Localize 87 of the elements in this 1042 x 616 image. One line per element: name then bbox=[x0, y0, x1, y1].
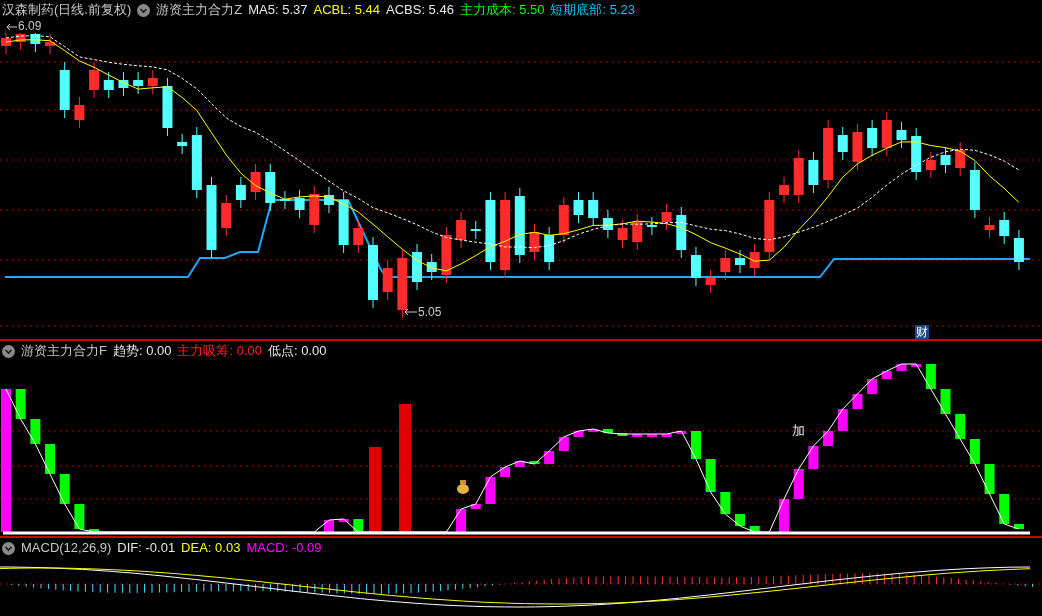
candlestick bbox=[441, 226, 452, 284]
candlestick bbox=[764, 191, 775, 261]
candlestick bbox=[690, 246, 701, 287]
high-price-label: 6.09 bbox=[18, 20, 42, 33]
arrow-icon bbox=[6, 22, 18, 31]
candlestick bbox=[720, 249, 731, 281]
dropdown-icon[interactable] bbox=[137, 3, 151, 17]
candlestick bbox=[323, 186, 334, 214]
candlestick bbox=[177, 133, 188, 155]
indicator-readout: 主力成本: 5.50 bbox=[459, 1, 545, 19]
candlestick bbox=[162, 77, 173, 137]
candlestick bbox=[309, 185, 320, 234]
candlestick bbox=[221, 194, 232, 237]
candlestick bbox=[382, 259, 393, 301]
candlestick bbox=[573, 191, 584, 224]
candlestick bbox=[896, 121, 907, 149]
indicator-readout: MA5: 5.37 bbox=[248, 1, 308, 19]
candlestick bbox=[353, 219, 364, 254]
candlestick bbox=[940, 146, 951, 174]
candlestick bbox=[867, 119, 878, 157]
candlestick bbox=[118, 71, 129, 97]
indicator-name: 游资主力合力Z bbox=[156, 1, 243, 19]
candlestick bbox=[661, 203, 672, 231]
candlestick bbox=[969, 161, 980, 219]
candlestick bbox=[617, 219, 628, 249]
candlestick bbox=[103, 71, 114, 99]
candlestick bbox=[735, 249, 745, 274]
candlestick bbox=[338, 191, 349, 254]
candlestick bbox=[837, 126, 848, 161]
candlestick bbox=[397, 249, 408, 319]
indicator-readout: ACBS: 5.46 bbox=[386, 1, 454, 19]
candlestick bbox=[265, 163, 276, 212]
candlestick bbox=[529, 223, 540, 261]
candlestick bbox=[632, 213, 643, 251]
candlestick bbox=[881, 111, 892, 157]
candlestick bbox=[823, 119, 834, 189]
candlestick bbox=[426, 253, 437, 281]
candlestick bbox=[808, 151, 819, 194]
candlestick bbox=[676, 206, 687, 259]
candlestick bbox=[588, 191, 599, 227]
money-bag-icon bbox=[457, 480, 469, 494]
dropdown-icon[interactable] bbox=[2, 541, 15, 555]
candlestick bbox=[89, 61, 100, 99]
candlestick bbox=[59, 61, 70, 119]
candlestick bbox=[793, 149, 804, 204]
candlestick bbox=[999, 211, 1010, 245]
candlestick bbox=[147, 69, 158, 95]
dropdown-icon[interactable] bbox=[2, 344, 15, 358]
low-price-label: 5.05 bbox=[418, 304, 442, 321]
candlestick bbox=[456, 211, 467, 249]
candlestick bbox=[852, 123, 863, 171]
candlestick bbox=[544, 226, 555, 271]
candlestick bbox=[1, 29, 11, 55]
indicator-readout: 主力吸筹: 0.00 bbox=[177, 342, 262, 360]
candlestick bbox=[955, 141, 966, 177]
indicator-name: MACD(12,26,9) bbox=[21, 539, 112, 557]
candlestick bbox=[412, 243, 423, 291]
indicator-readout: DIF: -0.01 bbox=[117, 539, 176, 557]
candlestick bbox=[250, 163, 261, 201]
indicator-readout: 短期底部: 5.23 bbox=[550, 1, 635, 19]
indicator-readout: DEA: 0.03 bbox=[181, 539, 241, 557]
candlestick bbox=[705, 269, 716, 294]
candlestick bbox=[749, 243, 760, 277]
candlestick bbox=[279, 190, 290, 210]
candlestick bbox=[45, 33, 56, 55]
signal-label: 加 bbox=[792, 422, 805, 440]
candlestick bbox=[602, 209, 613, 239]
candlestick bbox=[646, 216, 657, 236]
arrow-icon bbox=[404, 308, 418, 316]
candlestick bbox=[925, 151, 936, 179]
stock-title: 汉森制药(日线.前复权) bbox=[2, 1, 132, 19]
candlestick bbox=[779, 176, 790, 204]
candlestick bbox=[1013, 229, 1024, 271]
indicator-readout: 低点: 0.00 bbox=[268, 342, 327, 360]
candlestick bbox=[294, 189, 305, 219]
candlestick bbox=[133, 71, 144, 95]
candlestick bbox=[470, 220, 481, 240]
candlestick bbox=[235, 176, 246, 209]
indicator-readout: MACD: -0.09 bbox=[246, 539, 322, 557]
candlestick bbox=[74, 96, 85, 129]
candlestick bbox=[558, 196, 569, 244]
indicator-readout: ACBL: 5.44 bbox=[313, 1, 380, 19]
indicator-name: 游资主力合力F bbox=[21, 342, 107, 360]
candlestick bbox=[911, 127, 922, 181]
indicator-readout: 趋势: 0.00 bbox=[112, 342, 172, 360]
candlestick bbox=[984, 216, 995, 239]
finance-badge[interactable]: 财 bbox=[915, 325, 929, 339]
